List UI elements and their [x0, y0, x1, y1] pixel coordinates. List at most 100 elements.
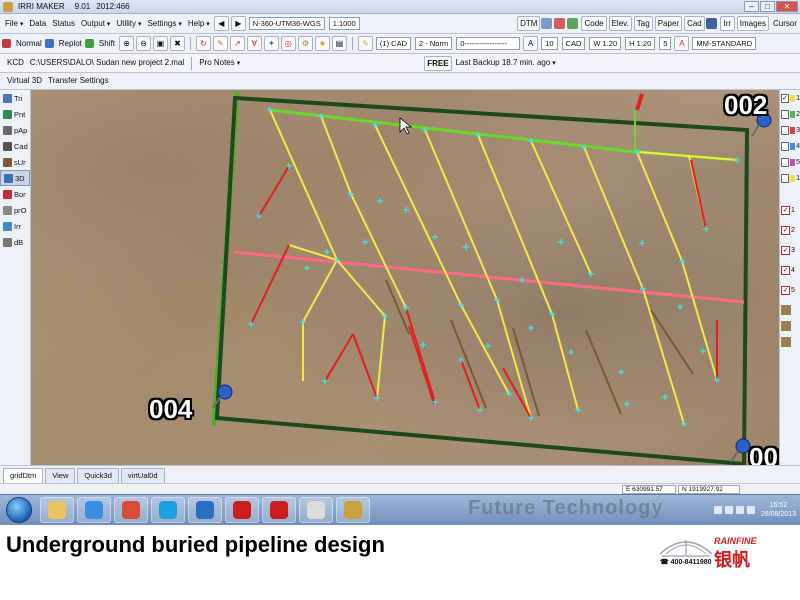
pencil-icon[interactable]: ✎ — [212, 36, 228, 51]
menu-status[interactable]: Status — [49, 17, 78, 31]
replot-icon[interactable] — [44, 39, 54, 48]
layer-row[interactable]: 4 — [780, 138, 800, 154]
maximize-button[interactable]: □ — [760, 1, 775, 12]
color-icon[interactable] — [554, 18, 566, 29]
elev-button[interactable]: Elev. — [608, 16, 632, 31]
tool-tri[interactable]: Tri — [0, 90, 30, 106]
paint-icon[interactable] — [567, 18, 579, 29]
shift-icon[interactable] — [84, 39, 94, 48]
layer-row[interactable]: 1 — [780, 170, 800, 186]
tray-network-icon[interactable] — [724, 505, 733, 514]
view-check-row[interactable]: ✓ 2 — [780, 222, 800, 238]
shift-button[interactable]: Shift — [96, 37, 118, 51]
tools-icon[interactable]: ✖ — [169, 36, 185, 51]
tool-bor[interactable]: Bor — [0, 186, 30, 202]
earth-app-button[interactable] — [188, 497, 222, 523]
dtm-button[interactable]: DTM — [517, 16, 541, 31]
code-button[interactable]: Code — [581, 16, 607, 31]
tool-pro[interactable]: prO — [0, 202, 30, 218]
size-select[interactable]: 5 — [659, 37, 672, 50]
layer-checkbox[interactable] — [781, 173, 789, 183]
map-canvas[interactable]: 002 004 001 — [31, 90, 779, 465]
layer-row[interactable]: 3 — [780, 122, 800, 138]
tool-sur[interactable]: sUr — [0, 154, 30, 170]
tray-clock[interactable]: 15:52 28/08/2013 — [761, 501, 796, 519]
font-style-select[interactable]: MM-STANDARD — [692, 37, 757, 50]
layer-checkbox[interactable] — [781, 141, 789, 151]
tool-cad[interactable]: Cad — [0, 138, 30, 154]
layer-row[interactable]: 5 — [780, 154, 800, 170]
tab-transfer-settings[interactable]: Transfer Settings — [45, 74, 112, 88]
layers-icon[interactable]: ▤ — [331, 36, 347, 51]
skype-app-button[interactable] — [151, 497, 185, 523]
menu-data[interactable]: Data — [26, 17, 49, 31]
layer-row[interactable]: 2 — [780, 106, 800, 122]
grid-icon[interactable] — [541, 18, 553, 29]
line-style-select[interactable]: 0----------------- — [456, 37, 521, 50]
rotate-icon[interactable]: ↻ — [195, 36, 211, 51]
cad-layer-select[interactable]: (1) CAD — [375, 37, 412, 50]
width-field[interactable]: W 1.20 — [589, 37, 622, 50]
backup-status[interactable]: Last Backup 18.7 min. ago — [453, 56, 559, 70]
text-tool-icon[interactable]: A — [523, 36, 539, 51]
menu-output[interactable]: Output — [78, 17, 113, 31]
irrimaker-app-button[interactable] — [336, 497, 370, 523]
print-tool-icon[interactable] — [780, 334, 800, 350]
layer-checkbox[interactable] — [781, 109, 789, 119]
tool-pnt[interactable]: Pnt — [0, 106, 30, 122]
nav-forward-button[interactable]: ▶ — [230, 16, 246, 31]
menu-file[interactable]: File — [2, 17, 26, 31]
network-app-button[interactable] — [77, 497, 111, 523]
view-check-row[interactable]: ✓ 4 — [780, 262, 800, 278]
hand-app-button[interactable] — [299, 497, 333, 523]
view-checkbox[interactable]: ✓ — [781, 245, 790, 255]
arrow-icon[interactable]: ↗ — [229, 36, 245, 51]
line-color-icon[interactable]: ✎ — [357, 36, 373, 51]
view-check-row[interactable]: ✓ 1 — [780, 202, 800, 218]
projection-field[interactable]: N-360-UTM36-WGS — [248, 17, 325, 30]
free-button[interactable]: FREE — [424, 55, 452, 71]
close-button[interactable]: ✕ — [776, 1, 798, 12]
gear-icon[interactable]: ⚙ — [297, 36, 313, 51]
zoom-out-icon[interactable]: ⊖ — [135, 36, 151, 51]
cad-label-field[interactable]: CAD — [561, 37, 586, 50]
menu-settings[interactable]: Settings — [144, 17, 184, 31]
tab-griddtm[interactable]: gridDtm — [3, 468, 44, 483]
pdf2-app-button[interactable] — [262, 497, 296, 523]
folder-app-button[interactable] — [40, 497, 74, 523]
tool-irr[interactable]: Irr — [0, 218, 30, 234]
tool-db[interactable]: dB — [0, 234, 30, 250]
layer-checkbox[interactable] — [781, 125, 789, 135]
tool-pap[interactable]: pAp — [0, 122, 30, 138]
norm-select[interactable]: 2 - Norm — [415, 37, 453, 50]
height-field[interactable]: H 1.20 — [625, 37, 656, 50]
tab-virtual-3d[interactable]: Virtual 3D — [4, 74, 45, 88]
chrome-app-button[interactable] — [114, 497, 148, 523]
zoom-in-icon[interactable]: ⊕ — [118, 36, 134, 51]
project-path[interactable]: C:\USERS\DALO\ Sudan new project 2.mal — [27, 56, 187, 70]
layer-checkbox[interactable] — [781, 157, 789, 167]
marker-icon[interactable]: ★ — [314, 36, 330, 51]
zoom-window-icon[interactable]: ▣ — [152, 36, 168, 51]
view-checkbox[interactable]: ✓ — [781, 265, 790, 275]
pro-notes-dropdown[interactable]: Pro Notes — [196, 56, 243, 70]
start-button[interactable] — [6, 497, 32, 523]
cursor-button[interactable]: Cursor — [770, 17, 800, 31]
replot-button[interactable]: Replot — [56, 37, 85, 51]
tool-3d[interactable]: 3D — [0, 170, 30, 186]
menu-utility[interactable]: Utility — [113, 17, 144, 31]
menu-help[interactable]: Help — [185, 17, 213, 31]
font-icon[interactable]: A — [674, 36, 690, 51]
cad-button[interactable]: Cad — [684, 16, 705, 31]
pdf-app-button[interactable] — [225, 497, 259, 523]
pencil-tool-icon[interactable] — [780, 302, 800, 318]
tray-flag-icon[interactable] — [713, 505, 722, 514]
normal-button[interactable]: Normal — [13, 37, 45, 51]
scale-field[interactable]: 1:1000 — [328, 17, 360, 30]
pipeline-drawing[interactable] — [31, 90, 779, 465]
tab-view[interactable]: View — [45, 468, 76, 483]
tray-power-icon[interactable] — [746, 505, 755, 514]
view-check-row[interactable]: ✓ 5 — [780, 282, 800, 298]
tray-volume-icon[interactable] — [735, 505, 744, 514]
nav-back-button[interactable]: ◀ — [213, 16, 229, 31]
